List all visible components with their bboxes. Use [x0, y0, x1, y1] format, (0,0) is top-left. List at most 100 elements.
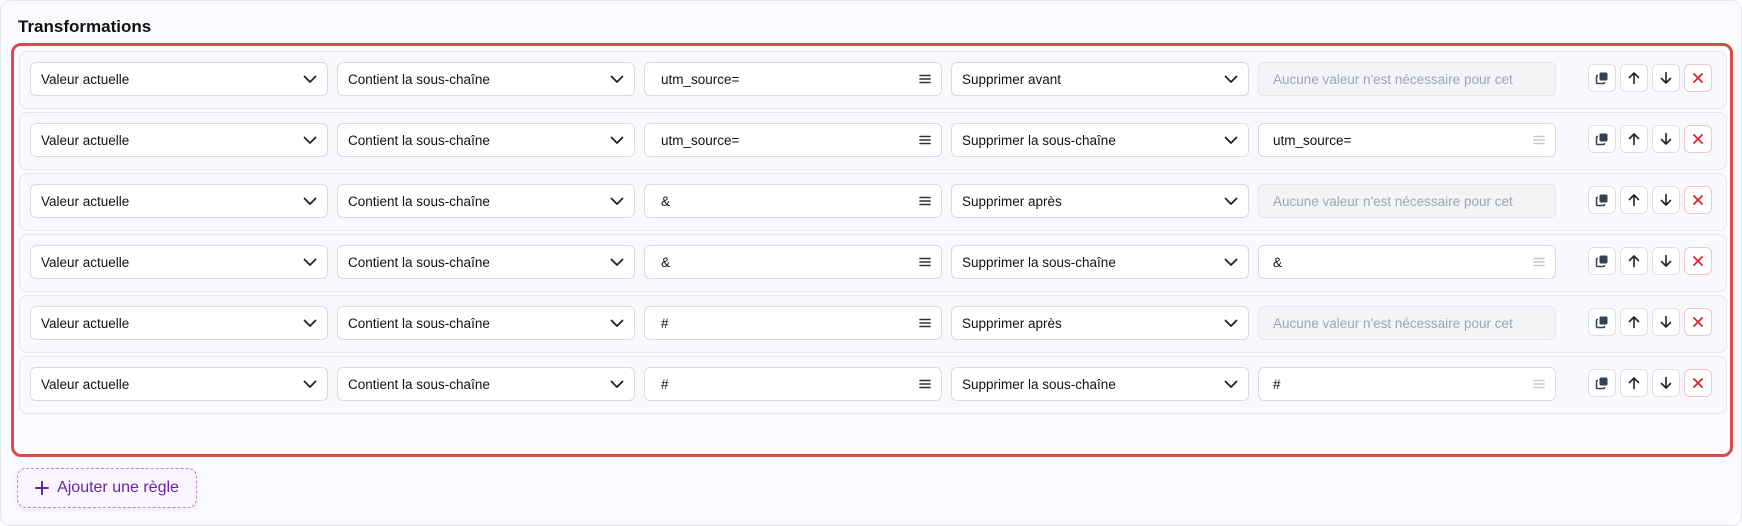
- action-select[interactable]: Supprimer la sous-chaîne: [951, 245, 1249, 279]
- duplicate-rule-button[interactable]: [1588, 186, 1616, 214]
- action-select[interactable]: Supprimer la sous-chaîne: [951, 367, 1249, 401]
- value-input: Aucune valeur n'est nécessaire pour cet: [1258, 184, 1556, 218]
- delete-rule-button[interactable]: [1684, 247, 1712, 275]
- close-icon: [1693, 195, 1703, 205]
- pattern-input[interactable]: utm_source=: [644, 123, 942, 157]
- arrow-down-icon: [1660, 132, 1672, 145]
- condition-select[interactable]: Contient la sous-chaîne: [337, 123, 635, 157]
- move-down-button[interactable]: [1652, 125, 1680, 153]
- pattern-input[interactable]: &: [644, 184, 942, 218]
- action-value: Supprimer avant: [962, 71, 1062, 87]
- move-up-button[interactable]: [1620, 247, 1648, 275]
- move-down-button[interactable]: [1652, 369, 1680, 397]
- arrow-up-icon: [1628, 194, 1640, 207]
- chevron-down-icon: [1224, 197, 1238, 205]
- delete-rule-button[interactable]: [1684, 64, 1712, 92]
- pattern-input[interactable]: utm_source=: [644, 62, 942, 96]
- delete-rule-button[interactable]: [1684, 308, 1712, 336]
- duplicate-rule-button[interactable]: [1588, 369, 1616, 397]
- chevron-down-icon: [610, 197, 624, 205]
- action-value: Supprimer la sous-chaîne: [962, 376, 1116, 392]
- rules-list: Valeur actuelle Contient la sous-chaîne ut…: [11, 43, 1733, 457]
- move-down-button[interactable]: [1652, 186, 1680, 214]
- add-rule-button[interactable]: Ajouter une règle: [17, 468, 197, 508]
- move-up-button[interactable]: [1620, 64, 1648, 92]
- close-icon: [1693, 256, 1703, 266]
- move-down-button[interactable]: [1652, 308, 1680, 336]
- menu-icon: [1533, 257, 1545, 267]
- pattern-input[interactable]: #: [644, 367, 942, 401]
- chevron-down-icon: [1224, 258, 1238, 266]
- source-select[interactable]: Valeur actuelle: [30, 245, 328, 279]
- pattern-value: #: [661, 315, 669, 331]
- move-down-button[interactable]: [1652, 247, 1680, 275]
- arrow-down-icon: [1660, 71, 1672, 84]
- condition-value: Contient la sous-chaîne: [348, 376, 490, 392]
- delete-rule-button[interactable]: [1684, 186, 1712, 214]
- rule-row: Valeur actuelle Contient la sous-chaîne & S…: [19, 173, 1727, 231]
- close-icon: [1693, 317, 1703, 327]
- source-select[interactable]: Valeur actuelle: [30, 62, 328, 96]
- arrow-down-icon: [1660, 254, 1672, 267]
- condition-value: Contient la sous-chaîne: [348, 193, 490, 209]
- chevron-down-icon: [1224, 319, 1238, 327]
- chevron-down-icon: [610, 258, 624, 266]
- delete-rule-button[interactable]: [1684, 125, 1712, 153]
- value-input[interactable]: #: [1258, 367, 1556, 401]
- move-up-button[interactable]: [1620, 308, 1648, 336]
- menu-icon: [1533, 135, 1545, 145]
- condition-value: Contient la sous-chaîne: [348, 71, 490, 87]
- condition-select[interactable]: Contient la sous-chaîne: [337, 184, 635, 218]
- delete-rule-button[interactable]: [1684, 369, 1712, 397]
- move-down-button[interactable]: [1652, 64, 1680, 92]
- value-placeholder: Aucune valeur n'est nécessaire pour cet: [1273, 193, 1513, 209]
- duplicate-rule-button[interactable]: [1588, 247, 1616, 275]
- menu-icon: [919, 318, 931, 328]
- source-select[interactable]: Valeur actuelle: [30, 306, 328, 340]
- duplicate-rule-button[interactable]: [1588, 125, 1616, 153]
- pattern-value: utm_source=: [661, 71, 740, 87]
- action-select[interactable]: Supprimer après: [951, 184, 1249, 218]
- move-up-button[interactable]: [1620, 369, 1648, 397]
- move-up-button[interactable]: [1620, 186, 1648, 214]
- source-value: Valeur actuelle: [41, 71, 130, 87]
- copy-icon: [1595, 72, 1608, 85]
- source-select[interactable]: Valeur actuelle: [30, 367, 328, 401]
- condition-select[interactable]: Contient la sous-chaîne: [337, 306, 635, 340]
- condition-select[interactable]: Contient la sous-chaîne: [337, 62, 635, 96]
- value-placeholder: Aucune valeur n'est nécessaire pour cet: [1273, 71, 1513, 87]
- section-title: Transformations: [18, 17, 152, 36]
- plus-icon: [35, 481, 50, 495]
- pattern-input[interactable]: &: [644, 245, 942, 279]
- action-select[interactable]: Supprimer après: [951, 306, 1249, 340]
- action-select[interactable]: Supprimer avant: [951, 62, 1249, 96]
- menu-icon: [919, 379, 931, 389]
- menu-icon: [919, 257, 931, 267]
- value-input: Aucune valeur n'est nécessaire pour cet: [1258, 306, 1556, 340]
- pattern-value: &: [661, 254, 671, 270]
- value-input[interactable]: utm_source=: [1258, 123, 1556, 157]
- source-value: Valeur actuelle: [41, 193, 130, 209]
- arrow-up-icon: [1628, 72, 1640, 85]
- value-text: utm_source=: [1273, 132, 1352, 148]
- chevron-down-icon: [303, 75, 317, 83]
- condition-select[interactable]: Contient la sous-chaîne: [337, 367, 635, 401]
- duplicate-rule-button[interactable]: [1588, 64, 1616, 92]
- rule-row: Valeur actuelle Contient la sous-chaîne # S…: [19, 356, 1727, 414]
- action-select[interactable]: Supprimer la sous-chaîne: [951, 123, 1249, 157]
- condition-value: Contient la sous-chaîne: [348, 132, 490, 148]
- source-value: Valeur actuelle: [41, 254, 130, 270]
- menu-icon: [1533, 379, 1545, 389]
- duplicate-rule-button[interactable]: [1588, 308, 1616, 336]
- menu-icon: [919, 74, 931, 84]
- rule-row: Valeur actuelle Contient la sous-chaîne & S…: [19, 234, 1727, 292]
- source-select[interactable]: Valeur actuelle: [30, 123, 328, 157]
- source-select[interactable]: Valeur actuelle: [30, 184, 328, 218]
- copy-icon: [1595, 133, 1608, 146]
- arrow-down-icon: [1660, 193, 1672, 206]
- pattern-input[interactable]: #: [644, 306, 942, 340]
- condition-select[interactable]: Contient la sous-chaîne: [337, 245, 635, 279]
- value-input[interactable]: &: [1258, 245, 1556, 279]
- move-up-button[interactable]: [1620, 125, 1648, 153]
- close-icon: [1693, 73, 1703, 83]
